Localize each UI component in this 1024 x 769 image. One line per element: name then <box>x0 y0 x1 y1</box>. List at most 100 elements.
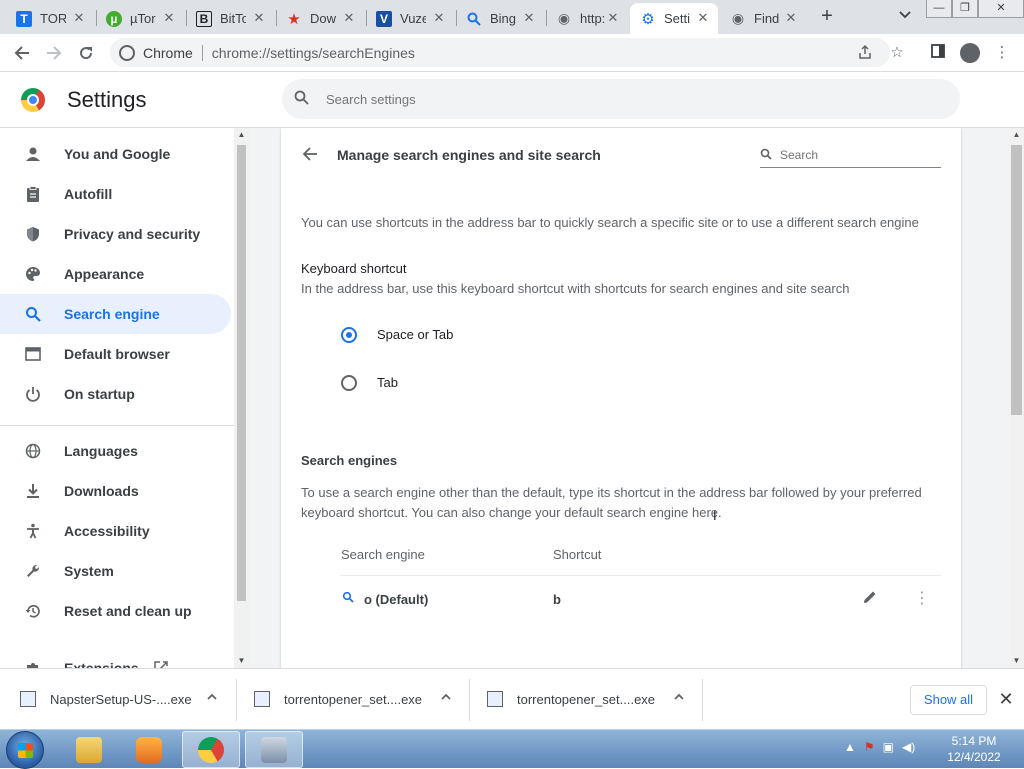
tab-close-icon[interactable]: ✕ <box>696 11 710 25</box>
radio-label[interactable]: Tab <box>377 375 398 390</box>
taskbar-media-player[interactable] <box>120 731 178 768</box>
search-icon <box>760 148 774 163</box>
engine-search-box[interactable] <box>760 143 941 168</box>
share-icon[interactable] <box>856 44 874 62</box>
menu-kebab-icon[interactable]: ⋮ <box>992 43 1012 63</box>
sidebar-item-search-engine[interactable]: Search engine <box>0 294 231 334</box>
tab-5[interactable]: Bing ✕ <box>456 3 544 34</box>
clock-date: 12/4/2022 <box>947 750 1001 764</box>
back-button[interactable] <box>10 41 34 65</box>
tab-4[interactable]: V Vuze ✕ <box>366 3 454 34</box>
sidebar-item-label: You and Google <box>64 146 171 162</box>
settings-search-input[interactable] <box>326 91 886 107</box>
sidebar-item-downloads[interactable]: Downloads <box>0 471 231 511</box>
radio-space-or-tab[interactable] <box>341 327 357 343</box>
download-item[interactable]: NapsterSetup-US-....exe <box>20 679 192 719</box>
taskbar-clock[interactable]: 5:14 PM 12/4/2022 <box>930 733 1018 765</box>
tab-title: BitTo <box>220 11 246 26</box>
main-scroll-thumb[interactable] <box>1011 145 1022 415</box>
tab-close-icon[interactable]: ✕ <box>72 11 86 25</box>
tab-favicon-icon: B <box>196 10 212 27</box>
tab-close-icon[interactable]: ✕ <box>522 11 536 25</box>
scroll-up-arrow-icon[interactable]: ▲ <box>1009 130 1024 142</box>
close-downloads-bar-button[interactable]: ✕ <box>997 689 1015 709</box>
tab-8[interactable]: ◉ Find ✕ <box>720 3 806 34</box>
tab-0[interactable]: T TORi ✕ <box>6 3 94 34</box>
action-center-flag-icon[interactable]: ⚑ <box>864 740 875 754</box>
edit-pencil-icon[interactable] <box>860 589 880 609</box>
radio-tab[interactable] <box>341 375 357 391</box>
tab-close-icon[interactable]: ✕ <box>784 11 798 25</box>
taskbar-chrome[interactable] <box>182 731 240 768</box>
tab-close-icon[interactable]: ✕ <box>606 11 620 25</box>
tab-7[interactable]: ⚙ Setti ✕ <box>630 3 718 34</box>
tab-search-chevron-icon[interactable] <box>896 7 914 25</box>
profile-avatar[interactable] <box>960 43 980 63</box>
chevron-up-icon[interactable] <box>205 691 219 705</box>
sidebar-item-autofill[interactable]: Autofill <box>0 174 231 214</box>
sidebar-item-system[interactable]: System <box>0 551 231 591</box>
window-close-button[interactable]: ✕ <box>978 0 1024 18</box>
power-icon <box>24 385 42 403</box>
forward-button[interactable] <box>42 41 66 65</box>
chevron-up-icon[interactable] <box>439 691 453 705</box>
tab-3[interactable]: ★ Dow ✕ <box>276 3 364 34</box>
sidebar-item-label: Reset and clean up <box>64 603 192 619</box>
scroll-up-arrow-icon[interactable]: ▲ <box>234 130 249 142</box>
download-item[interactable]: torrentopener_set....exe <box>254 679 422 719</box>
tab-2[interactable]: B BitTo ✕ <box>186 3 274 34</box>
sidebar-item-default-browser[interactable]: Default browser <box>0 334 231 374</box>
sidebar-item-on-startup[interactable]: On startup <box>0 374 231 414</box>
search-engines-description-line2: keyboard shortcut. You can also change y… <box>301 505 722 520</box>
tab-title: Setti <box>664 11 690 26</box>
settings-gear-icon: ⚙ <box>641 10 655 28</box>
taskbar-explorer[interactable] <box>60 731 118 768</box>
tab-6[interactable]: ◉ http: ✕ <box>546 3 628 34</box>
minimize-button[interactable]: — <box>926 0 952 18</box>
clock-time: 5:14 PM <box>951 734 997 748</box>
scroll-down-arrow-icon[interactable]: ▼ <box>1009 656 1024 668</box>
show-all-button[interactable]: Show all <box>910 685 987 715</box>
start-button[interactable] <box>6 731 44 769</box>
chevron-up-icon[interactable] <box>672 691 686 705</box>
sidebar-item-label: Search engine <box>64 306 160 322</box>
sidebar-item-reset-and-clean-up[interactable]: Reset and clean up <box>0 591 231 631</box>
sidebar-item-you-and-google[interactable]: You and Google <box>0 134 231 174</box>
sidebar-item-label: On startup <box>64 386 135 402</box>
tab-1[interactable]: µ µTor ✕ <box>96 3 184 34</box>
globe-icon: ◉ <box>731 10 745 26</box>
address-bar[interactable]: Chrome chrome://settings/searchEngines ☆ <box>110 38 904 67</box>
network-icon[interactable]: ▣ <box>883 740 894 754</box>
back-arrow-icon[interactable] <box>300 144 320 164</box>
show-hidden-icons-icon[interactable]: ▲ <box>844 740 856 754</box>
sidebar-item-label: Accessibility <box>64 523 150 539</box>
sidebar-item-accessibility[interactable]: Accessibility <box>0 511 231 551</box>
sidebar-item-privacy-and-security[interactable]: Privacy and security <box>0 214 231 254</box>
scroll-down-arrow-icon[interactable]: ▼ <box>234 656 249 668</box>
globe-icon: ◉ <box>557 10 571 26</box>
tab-close-icon[interactable]: ✕ <box>342 11 356 25</box>
bookmark-star-icon[interactable]: ☆ <box>888 44 906 62</box>
tab-close-icon[interactable]: ✕ <box>432 11 446 25</box>
taskbar-installer[interactable] <box>245 731 303 768</box>
side-panel-icon[interactable] <box>928 43 948 63</box>
sidebar-item-appearance[interactable]: Appearance <box>0 254 231 294</box>
sidebar-item-extensions[interactable]: Extensions <box>0 648 231 668</box>
download-item[interactable]: torrentopener_set....exe <box>487 679 655 719</box>
tab-close-icon[interactable]: ✕ <box>252 11 266 25</box>
palette-icon <box>24 265 42 283</box>
radio-label[interactable]: Space or Tab <box>377 327 453 342</box>
sidebar-scroll-thumb[interactable] <box>237 145 246 601</box>
page-title: Manage search engines and site search <box>337 147 601 163</box>
maximize-button[interactable]: ❐ <box>952 0 978 18</box>
url-text[interactable]: chrome://settings/searchEngines <box>212 45 415 61</box>
folder-icon <box>76 736 102 763</box>
engine-search-input[interactable] <box>780 148 930 162</box>
reload-button[interactable] <box>74 41 98 65</box>
more-actions-icon[interactable]: ⋮ <box>914 589 930 609</box>
volume-icon[interactable]: ◀) <box>902 740 915 754</box>
new-tab-button[interactable]: + <box>816 6 838 28</box>
sidebar-item-languages[interactable]: Languages <box>0 431 231 471</box>
tab-close-icon[interactable]: ✕ <box>162 11 176 25</box>
settings-search-box[interactable] <box>282 79 960 119</box>
